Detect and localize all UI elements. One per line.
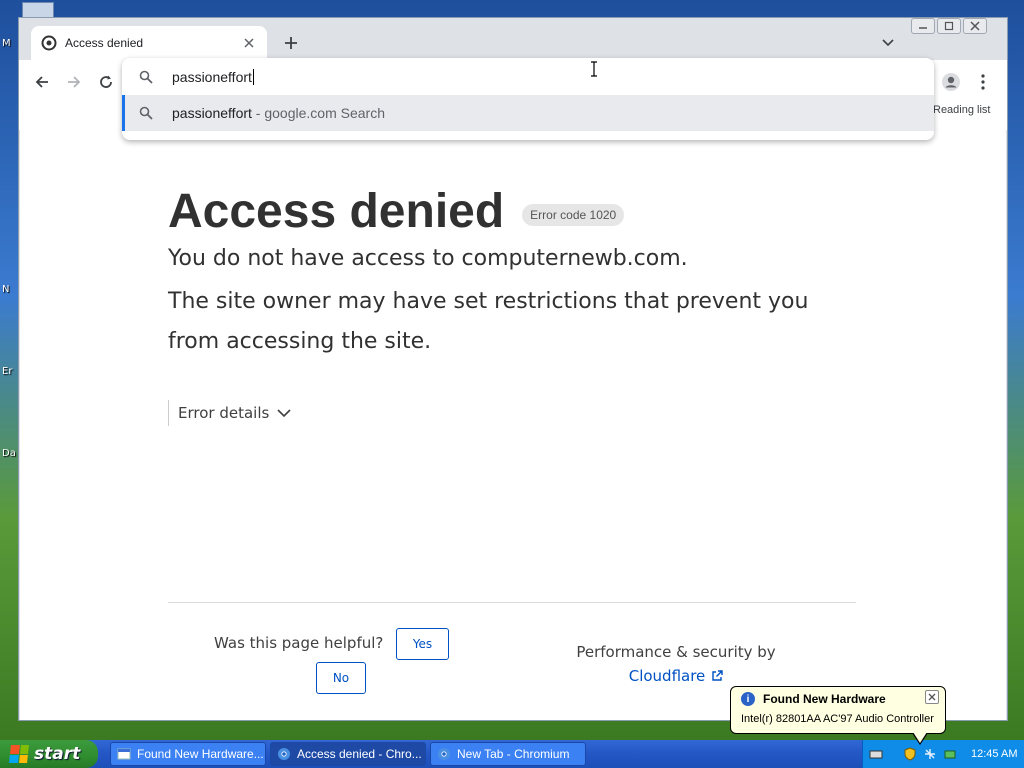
desktop-label[interactable]: M (2, 38, 11, 49)
hardware-icon[interactable] (943, 747, 957, 761)
system-tray: 12:45 AM (862, 740, 1024, 768)
chevron-down-icon (277, 408, 291, 418)
clock: 12:45 AM (971, 748, 1018, 760)
suggestion-query: passioneffort (172, 105, 252, 121)
balloon-title-row: i Found New Hardware (741, 692, 886, 706)
balloon-tail-inner (913, 732, 927, 743)
hardware-balloon[interactable]: i Found New Hardware Intel(r) 82801AA AC… (730, 686, 946, 734)
close-icon[interactable] (241, 35, 257, 51)
close-icon[interactable] (925, 690, 939, 704)
start-button[interactable]: start (0, 740, 98, 768)
tab-strip: Access denied (19, 18, 1007, 60)
omnibox-input-row[interactable]: passioneffort (122, 58, 934, 96)
maximize-icon[interactable] (937, 18, 961, 34)
taskbar-item-label: New Tab - Chromium (457, 747, 570, 761)
restriction-message: The site owner may have set restrictions… (168, 289, 809, 354)
helpful-question: Was this page helpful? (214, 634, 384, 652)
error-details-toggle[interactable]: Error details (168, 400, 291, 426)
taskbar-item[interactable]: Found New Hardware... (110, 742, 266, 766)
taskbar-item[interactable]: Access denied - Chro... (270, 742, 426, 766)
text-cursor-icon (591, 61, 597, 77)
page-content: Access denied Error code 1020 You do not… (20, 130, 1006, 720)
desktop-label[interactable]: Er (2, 366, 12, 377)
performance-footer: Performance & security by Cloudflare (576, 640, 776, 688)
tab-title: Access denied (65, 36, 144, 50)
minimize-icon[interactable] (911, 18, 935, 34)
arrow-left-icon[interactable] (28, 68, 56, 96)
taskbar-item-label: Access denied - Chro... (297, 747, 422, 761)
profile-icon[interactable] (937, 68, 965, 96)
window-controls (911, 18, 987, 34)
window-icon (117, 747, 131, 761)
keyboard-icon[interactable] (869, 747, 883, 761)
performance-label: Performance & security by (576, 643, 776, 661)
external-link-icon (712, 670, 723, 681)
access-message: You do not have access to computernewb.c… (168, 246, 688, 271)
search-icon (138, 105, 154, 121)
close-icon[interactable] (963, 18, 987, 34)
chevron-down-icon[interactable] (879, 34, 897, 52)
plus-icon[interactable] (281, 33, 301, 53)
tab-access-denied[interactable]: Access denied (31, 26, 267, 60)
page-title: Access denied (168, 185, 505, 238)
desktop-label[interactable]: Da (2, 448, 16, 459)
omnibox-suggestion[interactable]: passioneffort - google.com Search (122, 95, 934, 131)
headline: Access denied Error code 1020 (168, 184, 625, 239)
no-button[interactable]: No (316, 662, 366, 694)
arrow-right-icon[interactable] (60, 68, 88, 96)
start-label: start (34, 744, 81, 764)
divider (168, 602, 856, 603)
shield-icon[interactable] (903, 747, 917, 761)
omnibox-dropdown: passioneffort passioneffort - google.com… (122, 58, 934, 140)
info-icon: i (741, 692, 755, 706)
taskbar: start Found New Hardware... Access denie… (0, 740, 1024, 768)
taskbar-item-label: Found New Hardware... (137, 747, 264, 761)
kebab-menu-icon[interactable] (971, 68, 995, 96)
reload-icon[interactable] (92, 68, 120, 96)
desktop-label[interactable]: N (2, 284, 9, 295)
chromium-icon (277, 747, 291, 761)
balloon-title: Found New Hardware (763, 692, 886, 706)
windows-logo-icon (9, 745, 29, 763)
omnibox-input[interactable]: passioneffort (172, 69, 254, 85)
cloudflare-link[interactable]: Cloudflare (629, 664, 724, 688)
taskbar-item[interactable]: New Tab - Chromium (430, 742, 586, 766)
error-code-badge: Error code 1020 (522, 203, 625, 226)
cloudflare-link-label: Cloudflare (628, 667, 706, 685)
yes-button[interactable]: Yes (396, 628, 449, 660)
network-icon[interactable] (923, 747, 937, 761)
cloudflare-shield-icon (41, 35, 57, 51)
reading-list-button[interactable]: Reading list (933, 104, 990, 116)
error-details-label: Error details (178, 404, 270, 422)
suggestion-source: - google.com Search (251, 105, 385, 121)
balloon-text: Intel(r) 82801AA AC'97 Audio Controller (741, 713, 934, 725)
search-icon (138, 69, 154, 85)
chromium-icon (437, 747, 451, 761)
